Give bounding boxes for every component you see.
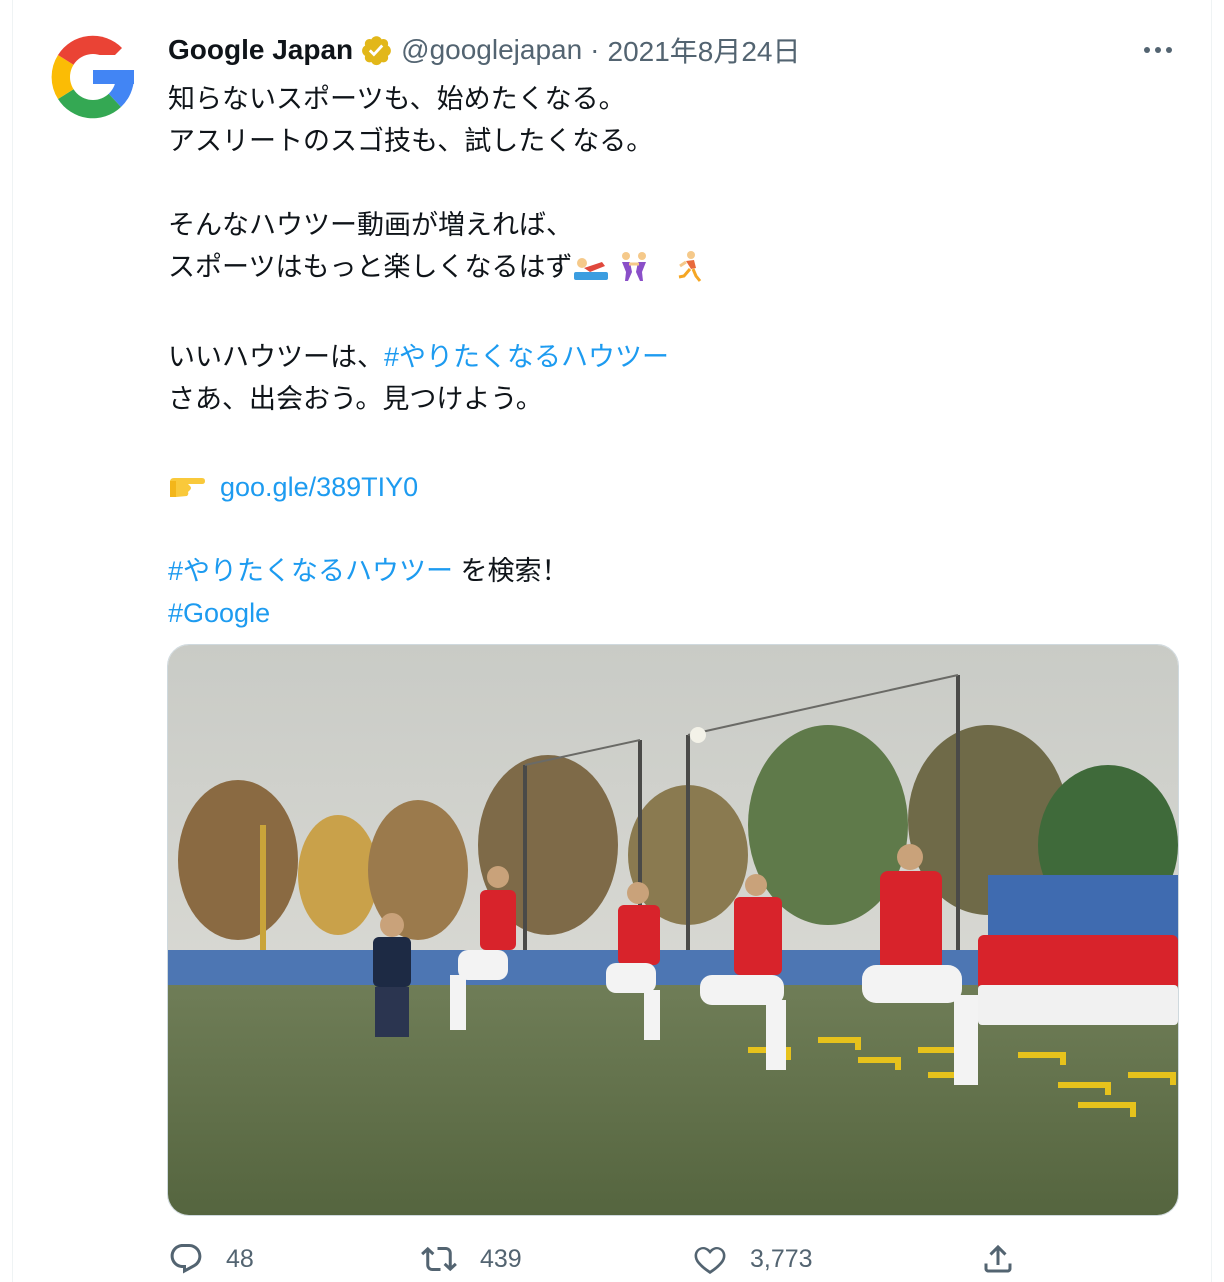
like-button[interactable]: 3,773 bbox=[692, 1236, 813, 1282]
retweet-button[interactable]: 439 bbox=[420, 1236, 522, 1282]
reply-icon bbox=[170, 1244, 202, 1274]
hashtag-link[interactable]: #やりたくなるハウツー bbox=[384, 342, 669, 372]
share-button[interactable] bbox=[980, 1236, 1038, 1282]
runner-icon bbox=[674, 250, 704, 294]
text-segment: を検索！ bbox=[453, 556, 569, 586]
text-segment: いいハウツーは、 bbox=[168, 342, 384, 372]
text-line: スポーツはもっと楽しくなるはず bbox=[168, 246, 1148, 294]
text-line: そんなハウツー動画が増えれば、 bbox=[168, 210, 573, 240]
pointing-hand-icon bbox=[168, 466, 206, 516]
text-line: いいハウツーは、#やりたくなるハウツー bbox=[168, 336, 1148, 378]
heart-icon bbox=[694, 1246, 726, 1274]
text-line: #やりたくなるハウツー を検索！ bbox=[168, 550, 1148, 592]
reply-button[interactable]: 48 bbox=[168, 1236, 254, 1282]
tweet-actions: 48 439 3,773 bbox=[168, 1236, 1048, 1282]
header-separator: · bbox=[590, 34, 600, 65]
tweet-video[interactable] bbox=[167, 644, 1179, 1216]
baseball-practice-image bbox=[168, 645, 1178, 1215]
wrestlers-icon bbox=[614, 250, 654, 294]
text-line: goo.gle/389TIY0 bbox=[168, 462, 1148, 516]
verified-badge-icon bbox=[362, 36, 392, 66]
text-line: #Google bbox=[168, 592, 1148, 634]
text-line: アスリートのスゴ技も、試したくなる。 bbox=[168, 126, 654, 156]
google-logo-avatar[interactable] bbox=[48, 32, 138, 122]
more-dots-icon bbox=[1144, 47, 1172, 53]
more-options-button[interactable] bbox=[1138, 30, 1178, 70]
retweet-icon bbox=[421, 1246, 457, 1272]
tweet-date[interactable]: 2021年8月24日 bbox=[608, 30, 801, 70]
text-line: 知らないスポーツも、始めたくなる。 bbox=[168, 84, 626, 114]
retweet-count: 439 bbox=[480, 1244, 522, 1273]
swimmer-icon bbox=[572, 252, 610, 294]
reply-count: 48 bbox=[226, 1244, 254, 1273]
tweet-header: Google Japan @googlejapan · 2021年8月24日 bbox=[168, 30, 801, 70]
share-icon bbox=[984, 1244, 1012, 1273]
text-segment: スポーツはもっと楽しくなるはず bbox=[168, 252, 573, 282]
like-count: 3,773 bbox=[750, 1244, 813, 1273]
text-line: さあ、出会おう。見つけよう。 bbox=[168, 384, 543, 414]
hashtag-link[interactable]: #やりたくなるハウツー bbox=[168, 556, 453, 586]
author-name[interactable]: Google Japan bbox=[168, 34, 353, 66]
author-handle[interactable]: @googlejapan bbox=[401, 34, 582, 66]
tweet-text: 知らないスポーツも、始めたくなる。 アスリートのスゴ技も、試したくなる。 そんな… bbox=[168, 78, 1148, 634]
url-link[interactable]: goo.gle/389TIY0 bbox=[220, 472, 418, 502]
hashtag-link[interactable]: #Google bbox=[168, 598, 270, 628]
